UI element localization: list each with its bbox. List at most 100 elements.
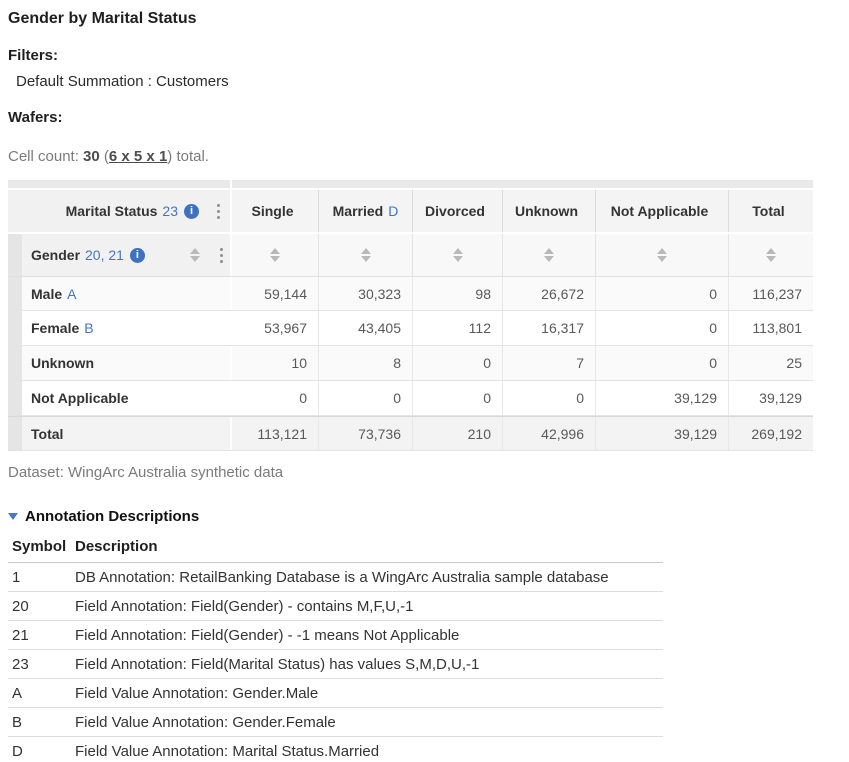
sort-cell-total [728, 234, 813, 276]
info-icon[interactable] [130, 248, 145, 263]
row-dimension-annotations: 20, 21 [85, 247, 124, 263]
data-cell: 269,192 [728, 417, 813, 450]
row-gutter [8, 417, 22, 450]
cell-count-prefix: Cell count: [8, 148, 83, 165]
annotation-row: 1 DB Annotation: RetailBanking Database … [8, 563, 663, 592]
data-cell: 7 [502, 346, 595, 380]
annotation-descriptions-title: Annotation Descriptions [25, 508, 199, 525]
data-cell: 98 [412, 277, 502, 310]
cell-count-suffix: ) total. [167, 148, 209, 165]
row-header-male[interactable]: Male A [22, 277, 232, 310]
annotation-symbol: 21 [12, 627, 75, 644]
data-cell: 53,967 [232, 311, 318, 345]
wafers-heading: Wafers: [8, 109, 849, 126]
row-header-not-applicable[interactable]: Not Applicable [22, 381, 232, 415]
data-cell: 0 [232, 381, 318, 415]
column-menu-icon[interactable] [214, 202, 223, 221]
symbol-column-header: Symbol [12, 538, 75, 555]
sort-cell-not-applicable [595, 234, 728, 276]
annotation-symbol: D [12, 743, 75, 760]
annotation-descriptions-toggle[interactable]: Annotation Descriptions [8, 508, 849, 525]
data-cell: 0 [595, 346, 728, 380]
annotation-table: Symbol Description 1 DB Annotation: Reta… [8, 536, 663, 762]
sort-icon[interactable] [657, 248, 667, 262]
data-cell: 210 [412, 417, 502, 450]
data-cell: 113,801 [728, 311, 813, 345]
sort-icon[interactable] [766, 248, 776, 262]
dataset-note: Dataset: WingArc Australia synthetic dat… [8, 464, 849, 481]
sort-icon[interactable] [453, 248, 463, 262]
column-menu-icon[interactable] [217, 246, 226, 265]
annotation-row: A Field Value Annotation: Gender.Male [8, 679, 663, 708]
column-header-unknown[interactable]: Unknown [502, 190, 595, 232]
column-dimension-header[interactable]: Marital Status 23 [8, 190, 232, 232]
column-dimension-annotations: 23 [162, 203, 178, 219]
annotation-row: 21 Field Annotation: Field(Gender) - -1 … [8, 621, 663, 650]
table-row-total: Total 113,121 73,736 210 42,996 39,129 2… [8, 416, 813, 451]
annotation-row: 20 Field Annotation: Field(Gender) - con… [8, 592, 663, 621]
annotation-symbol: 1 [12, 569, 75, 586]
data-cell: 0 [595, 311, 728, 345]
sort-icon[interactable] [361, 248, 371, 262]
sort-cell-unknown [502, 234, 595, 276]
annotation-row: D Field Value Annotation: Marital Status… [8, 737, 663, 762]
filter-item: Default Summation : Customers [16, 73, 849, 90]
data-cell: 0 [595, 277, 728, 310]
column-header-divorced[interactable]: Divorced [412, 190, 502, 232]
row-gutter [8, 346, 22, 380]
data-cell: 30,323 [318, 277, 412, 310]
annotation-symbol: 23 [12, 656, 75, 673]
annotation-table-header: Symbol Description [8, 536, 663, 563]
row-header-female[interactable]: Female B [22, 311, 232, 345]
table-top-strip-right [232, 180, 813, 188]
row-header-total[interactable]: Total [22, 417, 232, 450]
column-header-married[interactable]: Married D [318, 190, 412, 232]
table-row-unknown: Unknown 10 8 0 7 0 25 [8, 346, 813, 381]
data-cell: 116,237 [728, 277, 813, 310]
column-header-total[interactable]: Total [728, 190, 813, 232]
data-cell: 16,317 [502, 311, 595, 345]
column-header-not-applicable[interactable]: Not Applicable [595, 190, 728, 232]
column-header-row: Marital Status 23 Single Married D Divor… [8, 190, 813, 232]
sort-row: Gender 20, 21 [8, 234, 813, 276]
row-dimension-header[interactable]: Gender 20, 21 [22, 234, 232, 276]
sort-cell-married [318, 234, 412, 276]
annotation-description: Field Value Annotation: Marital Status.M… [75, 743, 663, 760]
data-cell: 42,996 [502, 417, 595, 450]
row-gutter [8, 311, 22, 345]
annotation-row: 23 Field Annotation: Field(Marital Statu… [8, 650, 663, 679]
data-cell: 10 [232, 346, 318, 380]
sort-icon[interactable] [544, 248, 554, 262]
data-cell: 73,736 [318, 417, 412, 450]
annotation-symbol: A [12, 685, 75, 702]
cell-count-paren-open: ( [100, 148, 109, 165]
data-cell: 39,129 [595, 417, 728, 450]
description-column-header: Description [75, 538, 663, 555]
data-cell: 112 [412, 311, 502, 345]
column-dimension-label: Marital Status [66, 203, 158, 219]
table-row-not-applicable: Not Applicable 0 0 0 0 39,129 39,129 [8, 381, 813, 416]
data-cell: 39,129 [728, 381, 813, 415]
row-header-unknown[interactable]: Unknown [22, 346, 232, 380]
data-cell: 0 [318, 381, 412, 415]
row-gutter [8, 277, 22, 310]
crosstab-table: Marital Status 23 Single Married D Divor… [8, 180, 813, 451]
info-icon[interactable] [184, 204, 199, 219]
report-page: Gender by Marital Status Filters: Defaul… [0, 0, 849, 762]
column-header-single[interactable]: Single [232, 190, 318, 232]
cell-count-value: 30 [83, 148, 100, 165]
sort-icon[interactable] [270, 248, 280, 262]
sort-icon[interactable] [190, 248, 200, 262]
sort-cell-single [232, 234, 318, 276]
filters-heading: Filters: [8, 47, 849, 64]
sort-cell-divorced [412, 234, 502, 276]
cell-dimensions-link[interactable]: 6 x 5 x 1 [109, 148, 167, 165]
annotation-description: Field Value Annotation: Gender.Female [75, 714, 663, 731]
annotation-description: DB Annotation: RetailBanking Database is… [75, 569, 663, 586]
row-gutter [8, 234, 22, 276]
data-cell: 0 [412, 381, 502, 415]
page-title: Gender by Marital Status [8, 10, 849, 28]
row-dimension-label: Gender [31, 247, 80, 263]
collapse-triangle-icon [8, 513, 18, 520]
data-cell: 43,405 [318, 311, 412, 345]
